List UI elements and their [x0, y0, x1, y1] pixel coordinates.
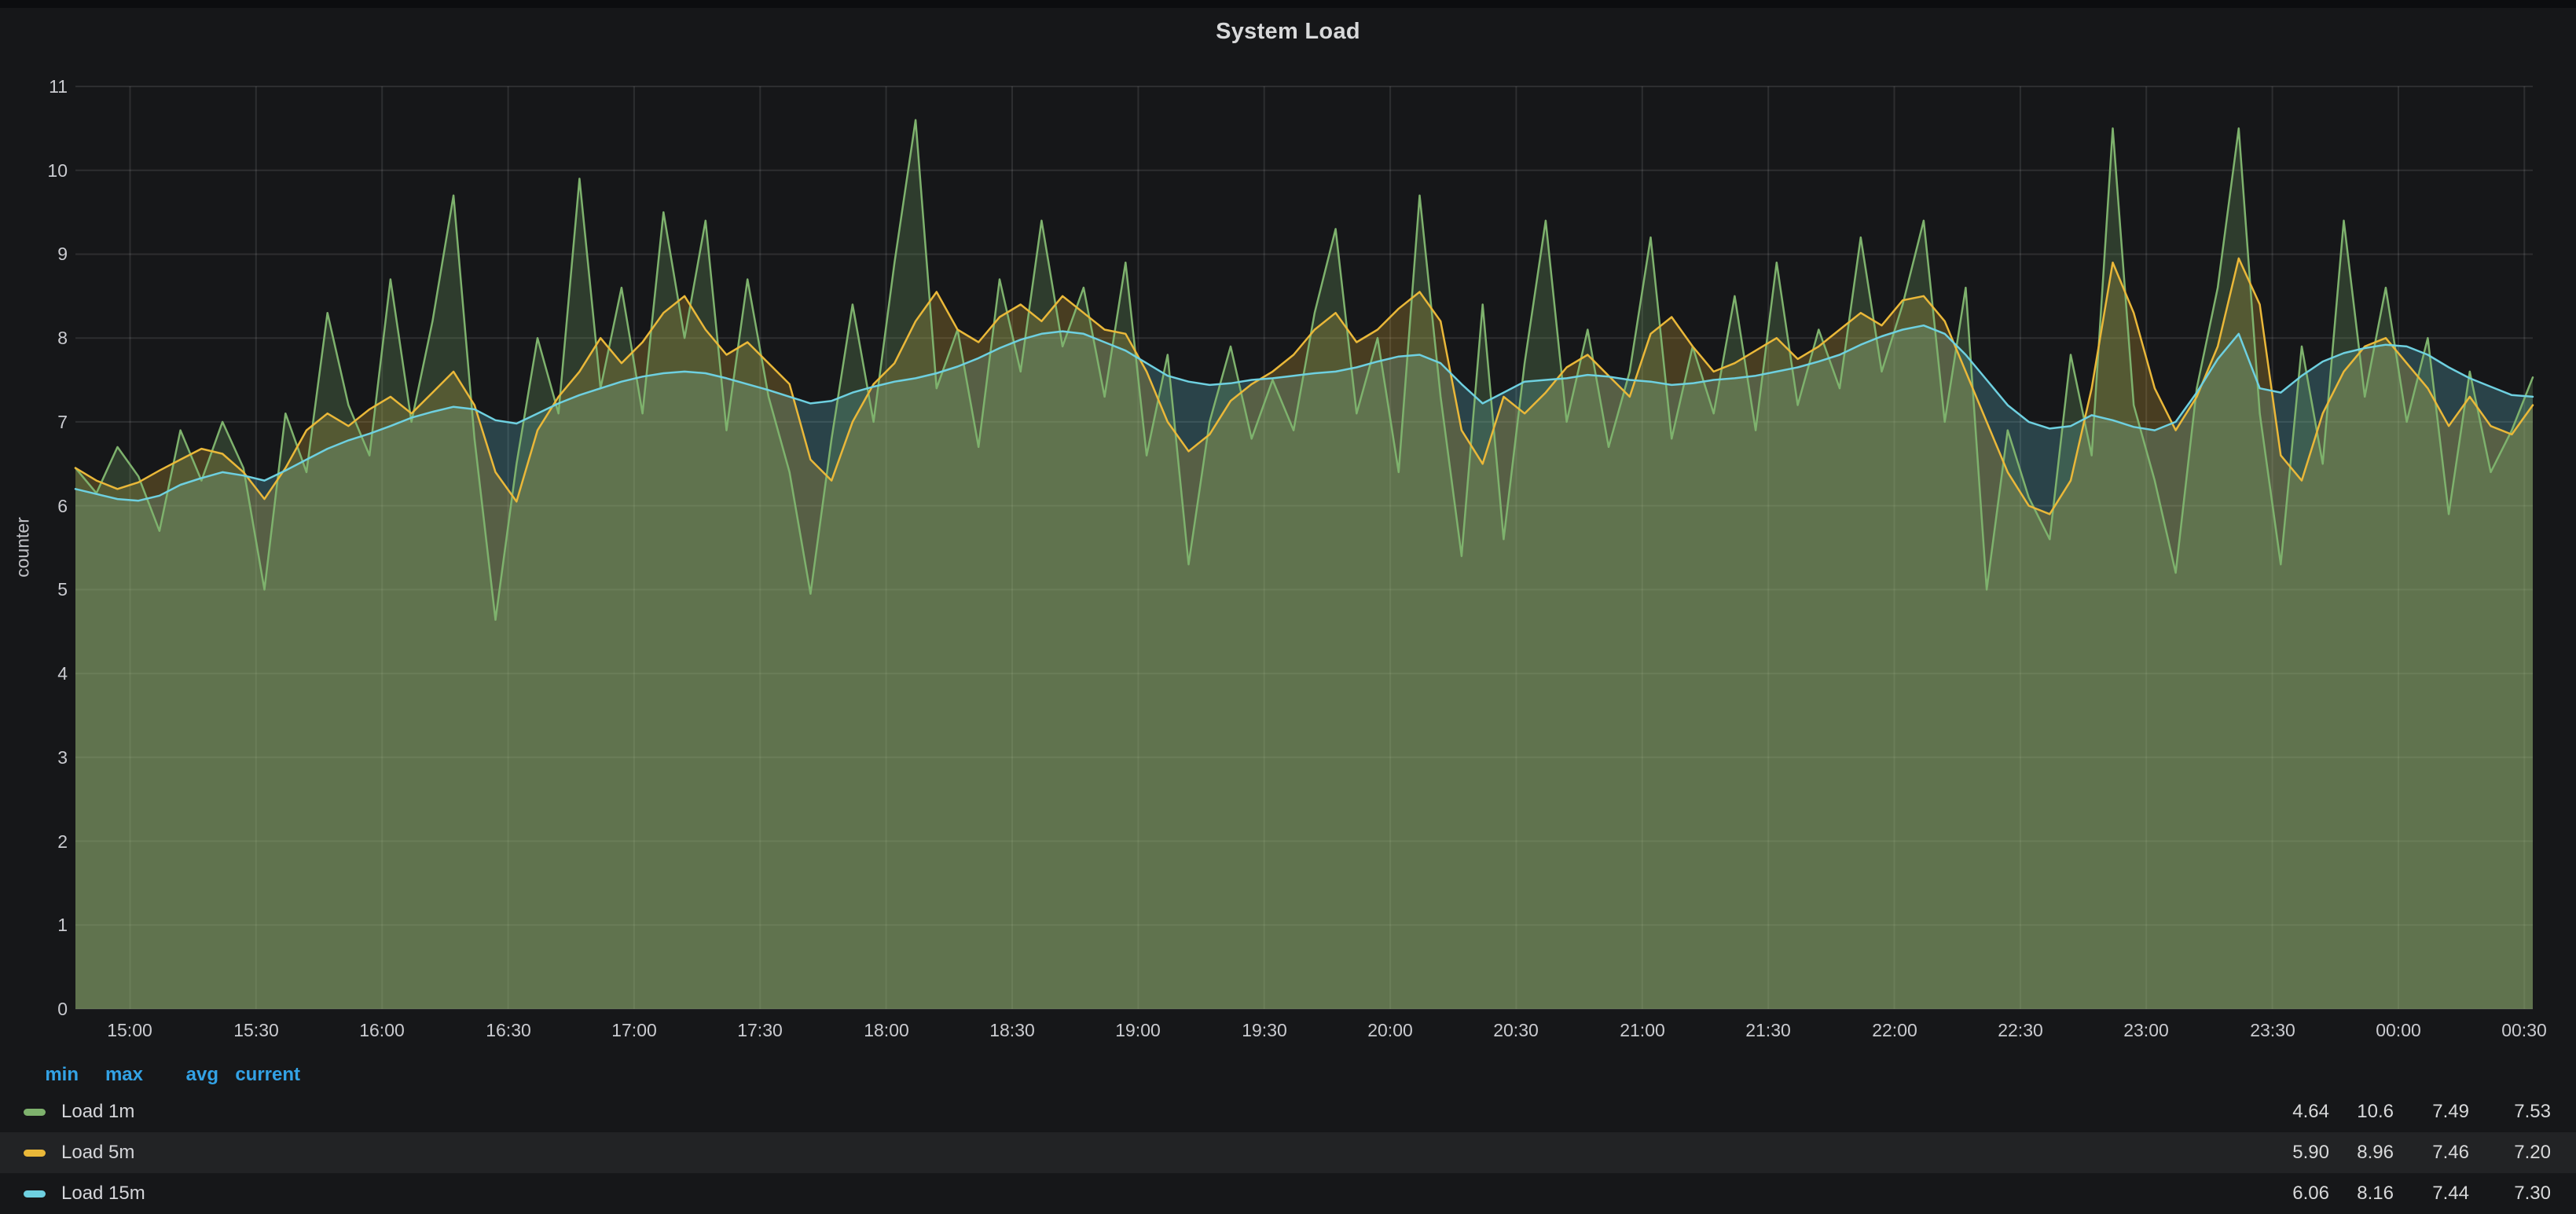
- stat-current-value: 7.53: [2469, 1091, 2551, 1132]
- stat-avg-value: 7.46: [2394, 1132, 2469, 1173]
- series-label[interactable]: Load 1m: [61, 1091, 134, 1132]
- legend-stats-header: minmaxavgcurrent: [0, 1062, 2576, 1087]
- stat-min-value: 4.64: [2251, 1091, 2329, 1132]
- x-axis-tick-label: 22:30: [1965, 1018, 2075, 1042]
- series-color-icon[interactable]: [24, 1109, 46, 1116]
- y-axis-tick-label: 10: [22, 160, 68, 182]
- x-axis-tick-label: 19:00: [1083, 1018, 1193, 1042]
- legend-row-load-1m[interactable]: Load 1m 4.6410.67.497.53: [0, 1091, 2576, 1132]
- stat-avg-value: 7.49: [2394, 1091, 2469, 1132]
- series-color-icon[interactable]: [24, 1150, 46, 1157]
- x-axis-tick-label: 21:30: [1713, 1018, 1823, 1042]
- y-axis-tick-label: 6: [22, 495, 68, 517]
- x-axis-tick-label: 22:00: [1840, 1018, 1950, 1042]
- x-axis-tick-label: 17:00: [579, 1018, 689, 1042]
- x-axis-tick-label: 17:30: [705, 1018, 815, 1042]
- stat-column-header-avg[interactable]: avg: [143, 1062, 218, 1087]
- y-axis-tick-label: 11: [22, 75, 68, 97]
- x-axis-tick-label: 23:00: [2091, 1018, 2201, 1042]
- stat-max-value: 8.96: [2329, 1132, 2394, 1173]
- legend-row-load-15m[interactable]: Load 15m 6.068.167.447.30: [0, 1173, 2576, 1214]
- series-stat-values: 5.908.967.467.20: [2251, 1132, 2551, 1173]
- legend-row-load-5m[interactable]: Load 5m 5.908.967.467.20: [0, 1132, 2576, 1173]
- x-axis-tick-label: 15:30: [201, 1018, 311, 1042]
- stat-column-header-max[interactable]: max: [79, 1062, 143, 1087]
- stat-column-header-current[interactable]: current: [218, 1062, 300, 1087]
- y-axis-tick-label: 3: [22, 746, 68, 768]
- x-axis-tick-label: 20:00: [1335, 1018, 1445, 1042]
- stat-max-value: 8.16: [2329, 1173, 2394, 1214]
- x-axis-tick-label: 20:30: [1461, 1018, 1571, 1042]
- x-axis-tick-label: 15:00: [75, 1018, 185, 1042]
- series-color-icon[interactable]: [24, 1190, 46, 1197]
- stat-column-header-min[interactable]: min: [0, 1062, 79, 1087]
- stat-current-value: 7.20: [2469, 1132, 2551, 1173]
- y-axis-tick-label: 0: [22, 998, 68, 1020]
- x-axis-tick-label: 19:30: [1209, 1018, 1319, 1042]
- series-stat-values: 6.068.167.447.30: [2251, 1173, 2551, 1214]
- x-axis-tick-label: 23:30: [2218, 1018, 2328, 1042]
- x-axis-tick-label: 21:00: [1587, 1018, 1697, 1042]
- x-axis-tick-label: 00:00: [2343, 1018, 2453, 1042]
- stat-current-value: 7.30: [2469, 1173, 2551, 1214]
- y-axis-tick-label: 8: [22, 327, 68, 349]
- series-label[interactable]: Load 5m: [61, 1132, 134, 1173]
- y-axis-tick-label: 9: [22, 243, 68, 265]
- y-axis-tick-label: 2: [22, 831, 68, 853]
- y-axis-tick-label: 7: [22, 411, 68, 433]
- x-axis-tick-label: 16:30: [453, 1018, 563, 1042]
- series-stat-values: 4.6410.67.497.53: [2251, 1091, 2551, 1132]
- y-axis-tick-label: 1: [22, 914, 68, 936]
- stat-max-value: 10.6: [2329, 1091, 2394, 1132]
- stat-avg-value: 7.44: [2394, 1173, 2469, 1214]
- y-axis-tick-label: 4: [22, 662, 68, 684]
- x-axis-tick-label: 00:30: [2469, 1018, 2576, 1042]
- stat-min-value: 5.90: [2251, 1132, 2329, 1173]
- y-axis-tick-label: 5: [22, 578, 68, 600]
- stat-min-value: 6.06: [2251, 1173, 2329, 1214]
- x-axis-tick-label: 18:30: [957, 1018, 1067, 1042]
- x-axis-tick-label: 18:00: [831, 1018, 941, 1042]
- series-label[interactable]: Load 15m: [61, 1173, 145, 1214]
- x-axis-tick-label: 16:00: [327, 1018, 437, 1042]
